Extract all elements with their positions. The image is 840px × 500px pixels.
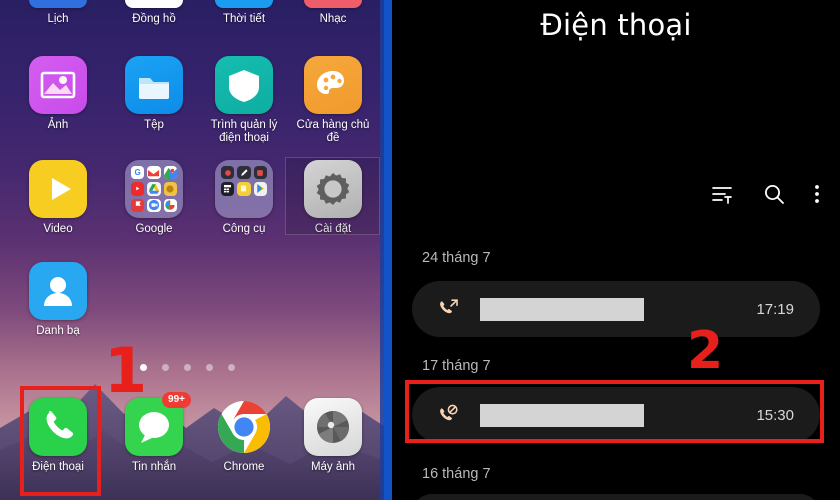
panel-divider [384, 0, 392, 500]
mini-empty [254, 199, 267, 212]
app-label: Tin nhắn [131, 461, 177, 473]
page-dot-2[interactable] [162, 364, 169, 371]
mini-drive-icon [147, 182, 161, 196]
app-label: Lịch [47, 13, 69, 25]
app-anh[interactable]: Ảnh [10, 56, 106, 132]
app-chrome[interactable]: Chrome [196, 398, 292, 474]
camera-shutter-icon [304, 398, 362, 456]
app-label: Cửa hàng chủ đề [296, 119, 370, 144]
mini-podcast-icon [131, 198, 145, 212]
mini-play-store-icon [253, 182, 267, 196]
music-icon [304, 0, 362, 8]
call-log-entry[interactable]: 17:19 [412, 281, 820, 337]
tools-folder-icon [215, 160, 273, 218]
mini-google-icon: G [131, 166, 145, 180]
annotation-box-call-entry [405, 380, 824, 443]
mini-recorder-icon [221, 166, 235, 180]
unread-badge: 99+ [162, 392, 191, 408]
app-label: Video [43, 223, 73, 235]
mini-photos-icon [163, 198, 177, 212]
app-label: Trình quản lý điện thoại [210, 119, 278, 144]
app-label: Đồng hồ [132, 13, 176, 25]
app-nhac[interactable]: Nhạc [285, 0, 381, 26]
contacts-person-icon [29, 262, 87, 320]
app-cua-hang-chu-de[interactable]: Cửa hàng chủ đề [285, 56, 381, 145]
phone-app-screen: Điện thoại 24 tháng 7 17:19 17 tháng 7 1… [392, 0, 840, 500]
mini-notes-pen-icon [237, 166, 251, 180]
app-dong-ho[interactable]: Đồng hồ [106, 0, 202, 26]
mini-empty [237, 199, 250, 212]
app-thoi-tiet[interactable]: Thời tiết [196, 0, 292, 26]
page-dot-4[interactable] [206, 364, 213, 371]
app-label: Thời tiết [222, 13, 266, 25]
app-trinh-quan-ly-dien-thoai[interactable]: Trình quản lý điện thoại [196, 56, 292, 145]
call-time: 17:19 [756, 300, 794, 318]
filter-sort-icon[interactable] [710, 182, 734, 206]
call-log-date-header: 24 tháng 7 [422, 250, 491, 266]
overflow-menu-icon[interactable] [814, 182, 820, 206]
app-tin-nhan[interactable]: 99+ Tin nhắn [106, 392, 202, 474]
page-dot-5[interactable] [228, 364, 235, 371]
google-folder-icon: G [125, 160, 183, 218]
app-label: Công cụ [222, 223, 266, 235]
app-google-folder[interactable]: G Google [106, 160, 202, 236]
outgoing-call-icon [436, 297, 460, 321]
screenshot-root: Lịch Đồng hồ Thời tiết Nhạc Ảnh Tệp Trìn… [0, 0, 840, 500]
clock-icon [125, 0, 183, 8]
call-log-date-header: 17 tháng 7 [422, 358, 491, 374]
app-may-anh[interactable]: Máy ảnh [285, 398, 381, 474]
app-video[interactable]: Video [10, 160, 106, 236]
home-page-indicator[interactable] [140, 364, 250, 371]
app-tep[interactable]: Tệp [106, 56, 202, 132]
call-log-date-header: 16 tháng 7 [422, 466, 491, 482]
annotation-box-phone-app [20, 386, 101, 496]
mini-maps-icon [163, 166, 177, 180]
app-label: Tệp [144, 119, 164, 131]
mini-news-icon [163, 182, 177, 196]
files-folder-icon [125, 56, 183, 114]
app-action-bar [710, 182, 820, 206]
annotation-number-1: 1 [104, 334, 148, 407]
annotation-number-2: 2 [687, 321, 724, 381]
android-home-screen: Lịch Đồng hồ Thời tiết Nhạc Ảnh Tệp Trìn… [0, 0, 384, 500]
mini-duo-icon [147, 198, 161, 212]
search-icon[interactable] [762, 182, 786, 206]
mini-youtube-icon [131, 182, 145, 196]
page-title: Điện thoại [540, 8, 692, 42]
mini-calculator-icon [221, 182, 235, 196]
app-label: Danh bạ [36, 325, 80, 337]
video-play-icon [29, 160, 87, 218]
palette-icon [304, 56, 362, 114]
page-dot-3[interactable] [184, 364, 191, 371]
shield-icon [215, 56, 273, 114]
weather-icon [215, 0, 273, 8]
app-danh-ba[interactable]: Danh bạ [10, 262, 106, 338]
app-label: Nhạc [319, 13, 347, 25]
mini-empty [221, 199, 234, 212]
contact-name-redacted [480, 297, 644, 321]
app-label: Máy ảnh [310, 461, 356, 473]
app-label: Chrome [223, 461, 265, 473]
call-log-entry-partial[interactable] [412, 494, 820, 500]
photos-icon [29, 56, 87, 114]
calendar-icon [29, 0, 87, 8]
app-label: Google [135, 223, 173, 235]
app-cong-cu-folder[interactable]: Công cụ [196, 160, 292, 236]
app-lich[interactable]: Lịch [10, 0, 106, 26]
app-label: Ảnh [47, 119, 69, 131]
mini-gmail-icon [147, 166, 161, 180]
mini-memo-icon [237, 182, 251, 196]
settings-selection-highlight [285, 157, 380, 235]
mini-alert-icon [253, 166, 267, 180]
chrome-icon [215, 398, 273, 456]
